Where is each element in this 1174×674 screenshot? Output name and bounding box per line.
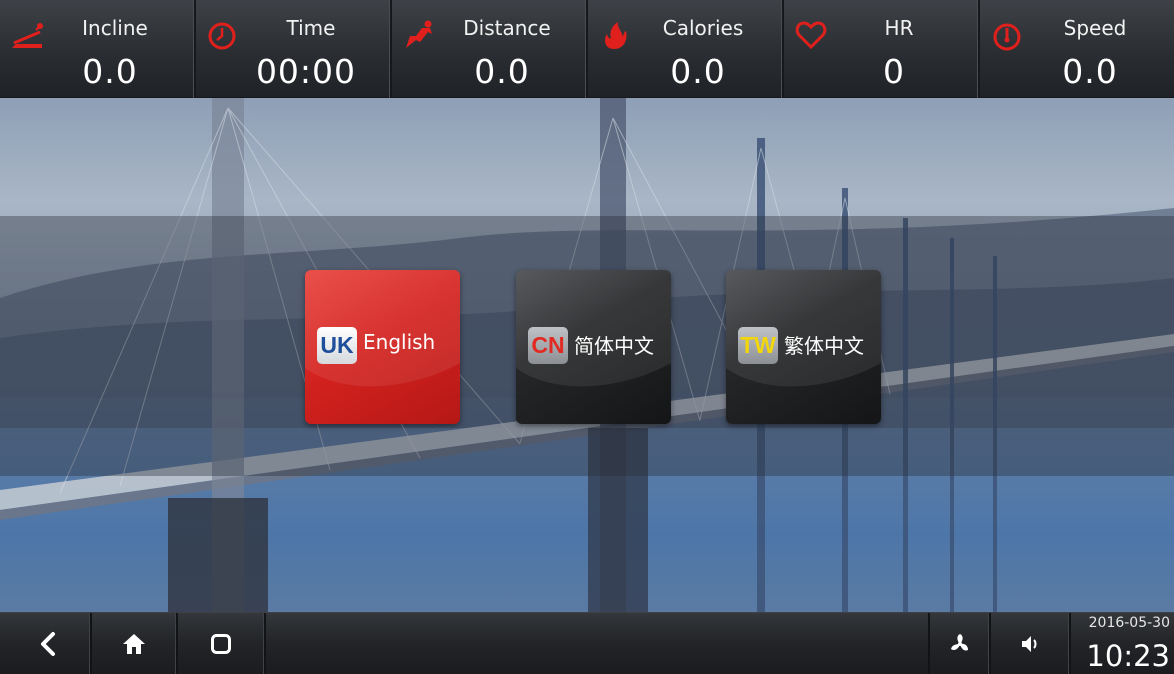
metric-calories: Calories 0.0 (588, 0, 784, 98)
language-label: 简体中文 (574, 334, 654, 358)
metric-value: 0.0 (474, 52, 530, 91)
metric-hr: HR 0 (784, 0, 980, 98)
language-code-badge: TW (738, 327, 778, 364)
metric-value: 0 (883, 52, 905, 91)
metric-distance: Distance 0.0 (392, 0, 588, 98)
metric-label: Distance (463, 16, 551, 40)
clock-display: 2016-05-30 10:23 (1073, 613, 1174, 674)
metrics-bar: Incline 0.0 Time 00:00 Distance 0.0 Calo… (0, 0, 1174, 98)
metric-value: 0.0 (670, 52, 726, 91)
metric-label: HR (884, 16, 914, 40)
fan-icon (950, 634, 968, 651)
volume-button[interactable] (991, 613, 1071, 674)
metric-value: 0.0 (1062, 52, 1118, 91)
metric-label: Calories (662, 16, 744, 40)
metric-speed: Speed 0.0 (980, 0, 1174, 98)
metric-label: Speed (1063, 16, 1127, 40)
language-tile-english[interactable]: UK English (305, 270, 460, 424)
speedometer-icon (993, 23, 1021, 51)
recent-apps-icon (211, 634, 231, 654)
incline-icon (12, 23, 43, 48)
heart-icon (795, 21, 827, 50)
home-button[interactable] (92, 613, 178, 674)
volume-icon (1022, 636, 1037, 652)
metric-label: Time (286, 16, 336, 40)
metric-incline: Incline 0.0 (0, 0, 196, 98)
back-button[interactable] (8, 613, 92, 674)
language-tile-simplified-chinese[interactable]: CN 简体中文 (516, 270, 671, 424)
language-tile-traditional-chinese[interactable]: TW 繁体中文 (726, 270, 881, 424)
language-label: 繁体中文 (784, 334, 864, 358)
language-code-badge: UK (317, 327, 357, 364)
time-text: 10:23 (1086, 639, 1170, 673)
back-icon (41, 632, 55, 656)
metric-label: Incline (82, 16, 148, 40)
metric-value: 00:00 (255, 52, 357, 91)
fan-button[interactable] (928, 613, 991, 674)
metric-value: 0.0 (82, 52, 138, 91)
metric-time: Time 00:00 (196, 0, 392, 98)
language-label: English (363, 330, 436, 354)
language-code-badge: CN (528, 327, 568, 364)
navigation-bar: 2016-05-30 10:23 (0, 612, 1174, 674)
home-icon (123, 634, 145, 654)
runner-icon (406, 20, 432, 48)
date-text: 2016-05-30 (1088, 615, 1170, 631)
recent-apps-button[interactable] (178, 613, 266, 674)
clock-icon (208, 22, 236, 50)
flame-icon (605, 22, 627, 49)
